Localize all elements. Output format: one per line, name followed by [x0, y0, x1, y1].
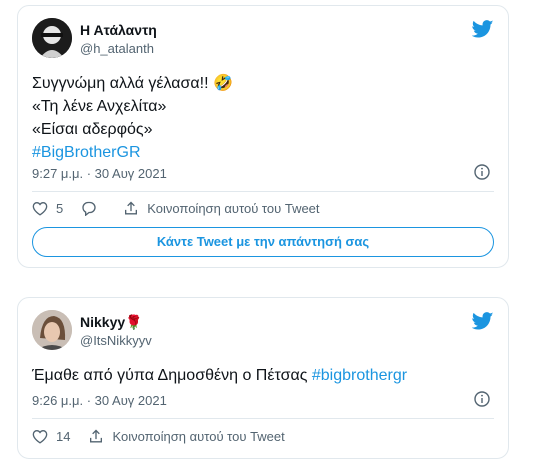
heart-icon: [32, 430, 48, 444]
like-button[interactable]: 14: [32, 429, 70, 444]
tweet-card[interactable]: Η Ατάλαντη @h_atalanth Συγγνώμη αλλά γέλ…: [17, 5, 509, 268]
reply-icon: [82, 201, 96, 216]
author-name[interactable]: Nikkyy🌹: [80, 314, 143, 331]
hashtag-link[interactable]: #bigbrothergr: [312, 367, 407, 384]
share-icon: [125, 201, 138, 215]
share-label: Κοινοποίηση αυτού του Tweet: [147, 201, 320, 216]
reply-button[interactable]: [81, 201, 105, 216]
tweet-line: Συγγνώμη αλλά γέλασα!! 🤣: [32, 75, 233, 92]
tweet-text: Συγγνώμη αλλά γέλασα!! 🤣 «Τη λένε Ανχελί…: [32, 72, 233, 164]
share-button[interactable]: Κοινοποίηση αυτού του Tweet: [88, 429, 285, 444]
share-button[interactable]: Κοινοποίηση αυτού του Tweet: [123, 201, 320, 216]
author-name[interactable]: Η Ατάλαντη: [80, 22, 157, 38]
tweet-text: Έμαθε από γύπα Δημοσθένη ο Πέτσας #bigbr…: [32, 364, 407, 387]
share-icon: [90, 429, 103, 443]
author-handle[interactable]: @ItsNikkyyv: [80, 333, 152, 348]
divider: [32, 418, 494, 419]
info-icon[interactable]: [474, 391, 490, 407]
avatar[interactable]: [32, 18, 72, 58]
tweet-line: «Τη λένε Ανχελίτα»: [32, 98, 167, 115]
author-handle[interactable]: @h_atalanth: [80, 41, 154, 56]
divider: [32, 191, 494, 192]
tweet-body: Έμαθε από γύπα Δημοσθένη ο Πέτσας: [32, 367, 308, 384]
like-count: 5: [56, 201, 64, 216]
like-button[interactable]: 5: [32, 201, 63, 216]
tweet-line: «Είσαι αδερφός»: [32, 121, 153, 138]
twitter-bird-icon[interactable]: [471, 312, 494, 330]
info-icon[interactable]: [474, 164, 490, 180]
like-count: 14: [56, 429, 71, 444]
hashtag-link[interactable]: #BigBrotherGR: [32, 141, 233, 164]
twitter-bird-icon[interactable]: [471, 20, 494, 38]
timestamp[interactable]: 9:27 μ.μ. · 30 Αυγ 2021: [32, 166, 167, 181]
share-label: Κοινοποίηση αυτού του Tweet: [112, 429, 285, 444]
timestamp[interactable]: 9:26 μ.μ. · 30 Αυγ 2021: [32, 393, 167, 408]
reply-tweet-button[interactable]: Κάντε Tweet με την απάντησή σας: [32, 227, 494, 257]
tweet-card[interactable]: Nikkyy🌹 @ItsNikkyyv Έμαθε από γύπα Δημοσ…: [17, 297, 509, 459]
heart-icon: [32, 202, 48, 216]
avatar[interactable]: [32, 310, 72, 350]
tweet-actions: 14 Κοινοποίηση αυτού του Tweet: [32, 429, 303, 444]
tweet-actions: 5 Κοινοποίηση αυτού του Tweet: [32, 201, 338, 216]
